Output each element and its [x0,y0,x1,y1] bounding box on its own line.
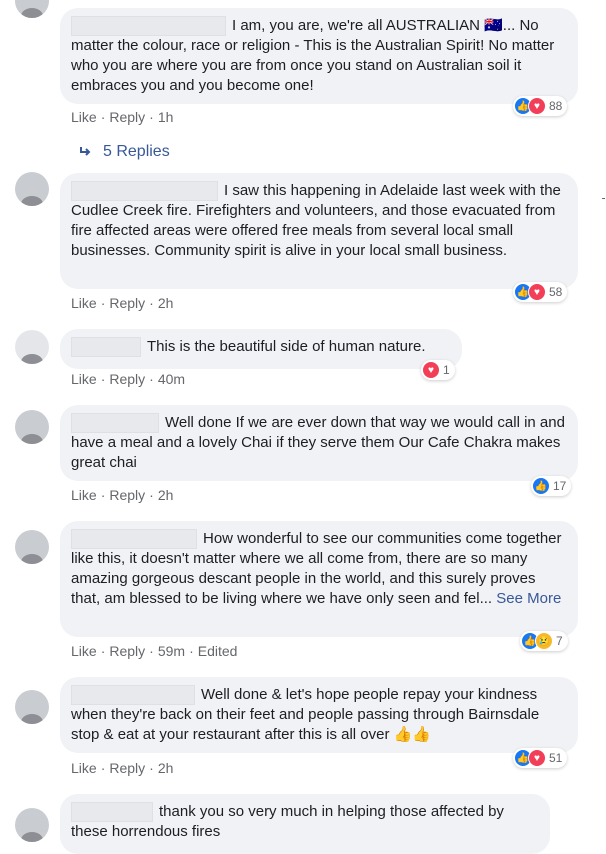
love-icon: ♥ [528,749,546,767]
reaction-summary[interactable]: 👍 ♥ 51 [513,748,568,768]
timestamp[interactable]: 2h [158,295,174,311]
reply-arrow-icon [80,147,91,156]
comment-actions: Like · Reply · 59m · Edited [71,643,238,659]
like-link[interactable]: Like [71,487,97,503]
reply-link[interactable]: Reply [109,760,145,776]
reaction-count: 17 [553,479,567,493]
reaction-count: 7 [556,634,563,648]
redacted-author-name[interactable] [71,685,195,705]
redacted-author-name[interactable] [71,413,159,433]
timestamp[interactable]: 2h [158,760,174,776]
redacted-author-name[interactable] [71,529,197,549]
reaction-summary[interactable]: 👍 😢 7 [520,631,568,651]
avatar[interactable] [15,0,49,18]
reaction-count: 51 [549,751,563,765]
comment-bubble: How wonderful to see our communities com… [60,521,578,637]
reaction-summary[interactable]: ♥ 1 [421,360,455,380]
comment-bubble: thank you so very much in helping those … [60,794,550,854]
comment-bubble: I am, you are, we're all AUSTRALIAN 🇦🇺..… [60,8,578,104]
comment-bubble: I saw this happening in Adelaide last we… [60,173,578,289]
comment-bubble: Well done & let's hope people repay your… [60,677,578,753]
avatar[interactable] [15,330,49,364]
replies-count: 5 Replies [103,143,170,160]
avatar[interactable] [15,410,49,444]
like-link[interactable]: Like [71,760,97,776]
reaction-summary[interactable]: 👍 ♥ 58 [513,282,568,302]
comment-actions: Like · Reply · 1h [71,109,174,125]
timestamp[interactable]: 40m [158,371,185,387]
comment-actions: Like · Reply · 2h [71,295,174,311]
avatar[interactable] [15,172,49,206]
love-icon: ♥ [528,283,546,301]
like-icon: 👍 [532,477,550,495]
like-link[interactable]: Like [71,643,97,659]
timestamp[interactable]: 2h [158,487,174,503]
reply-link[interactable]: Reply [109,295,145,311]
comment-actions: Like · Reply · 2h [71,760,174,776]
view-replies-link[interactable]: 5 Replies [79,143,170,161]
like-link[interactable]: Like [71,295,97,311]
reply-link[interactable]: Reply [109,643,145,659]
sad-icon: 😢 [535,632,553,650]
redacted-author-name[interactable] [71,16,226,36]
like-link[interactable]: Like [71,371,97,387]
redacted-author-name[interactable] [71,337,141,357]
avatar[interactable] [15,530,49,564]
reply-link[interactable]: Reply [109,487,145,503]
avatar[interactable] [15,808,49,842]
reaction-summary[interactable]: 👍 ♥ 88 [513,96,568,116]
scroll-marker [602,198,605,199]
timestamp[interactable]: 59m [158,643,185,659]
like-link[interactable]: Like [71,109,97,125]
comment-bubble: Well done If we are ever down that way w… [60,405,578,481]
avatar[interactable] [15,690,49,724]
timestamp[interactable]: 1h [158,109,174,125]
edited-label: Edited [197,643,238,659]
love-icon: ♥ [422,361,440,379]
comment-bubble: This is the beautiful side of human natu… [60,329,462,369]
comment-actions: Like · Reply · 2h [71,487,174,503]
reply-link[interactable]: Reply [109,109,145,125]
redacted-author-name[interactable] [71,181,218,201]
reaction-summary[interactable]: 👍 17 [531,476,572,496]
redacted-author-name[interactable] [71,802,153,822]
love-icon: ♥ [528,97,546,115]
comment-text: This is the beautiful side of human natu… [147,338,426,355]
see-more-link[interactable]: See More [496,590,561,607]
comment-actions: Like · Reply · 40m [71,371,186,387]
reaction-count: 88 [549,99,563,113]
reaction-count: 58 [549,285,563,299]
reaction-count: 1 [443,363,450,377]
reply-link[interactable]: Reply [109,371,145,387]
